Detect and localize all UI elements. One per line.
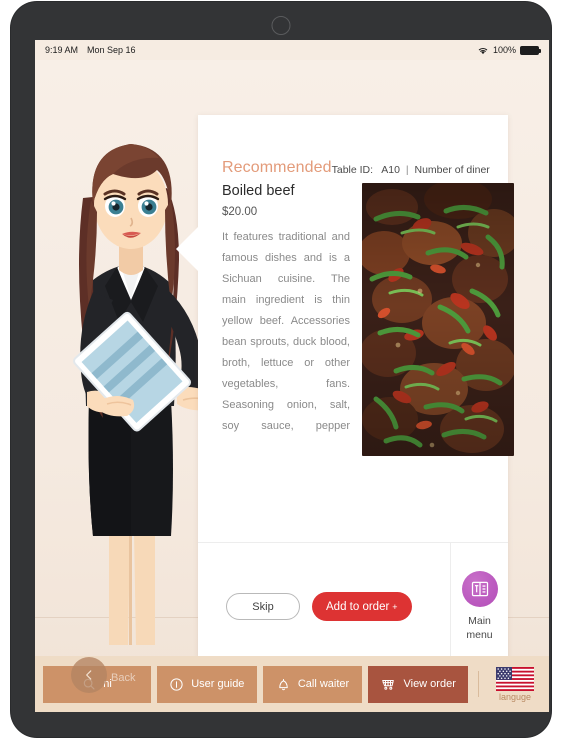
table-id-value: A10 bbox=[381, 164, 400, 176]
table-info: Table ID: A10 | Number of diner bbox=[332, 164, 490, 177]
cart-icon bbox=[380, 677, 396, 692]
dish-price: $20.00 bbox=[222, 206, 258, 218]
camera-icon bbox=[271, 16, 291, 35]
card-actions: Skip Add to order + bbox=[198, 543, 450, 670]
main-menu-button[interactable]: Main menu bbox=[451, 543, 508, 670]
nav-item-user-guide[interactable]: User guide bbox=[157, 665, 257, 703]
recommendation-card: Recommended Table ID: A10 | Number of di… bbox=[176, 115, 514, 670]
nav-label-view-order: View order bbox=[403, 678, 456, 690]
status-bar-left: 9:19 AM Mon Sep 16 bbox=[45, 45, 136, 55]
nav-separator bbox=[478, 671, 480, 697]
nav-item-view-order[interactable]: View order bbox=[368, 665, 469, 703]
status-date: Mon Sep 16 bbox=[87, 45, 136, 55]
dish-info: Boiled beef $20.00 It features tradition… bbox=[222, 183, 350, 456]
page-title: Recommended bbox=[222, 159, 332, 176]
bell-icon bbox=[276, 677, 291, 692]
status-time: 9:19 AM bbox=[45, 45, 79, 55]
main-menu-label-line2: menu bbox=[466, 629, 493, 641]
dish-photo bbox=[362, 183, 514, 456]
menu-book-icon bbox=[461, 571, 498, 607]
table-id-label: Table ID: bbox=[331, 164, 374, 176]
status-bar: 9:19 AM Mon Sep 16 100% bbox=[35, 40, 549, 60]
dish-name: Boiled beef bbox=[222, 183, 295, 199]
info-circle-icon bbox=[169, 677, 184, 692]
nav-item-call-waiter[interactable]: Call waiter bbox=[262, 665, 363, 703]
skip-button[interactable]: Skip bbox=[226, 593, 300, 620]
nav-label-user-guide: User guide bbox=[191, 678, 245, 690]
app-background: Recommended Table ID: A10 | Number of di… bbox=[35, 60, 549, 712]
bottom-navigation-bar: ni User guide Call waiter View order lan… bbox=[35, 656, 549, 712]
diners-label: Number of diner bbox=[414, 164, 490, 176]
nav-label-call-waiter: Call waiter bbox=[297, 678, 350, 690]
add-to-order-label: Add to order bbox=[326, 600, 390, 613]
status-bar-right: 100% bbox=[477, 45, 541, 55]
main-menu-label-line1: Main bbox=[468, 615, 491, 627]
plus-icon: + bbox=[392, 601, 398, 612]
tablet-screen: 9:19 AM Mon Sep 16 100% Recommended Tabl… bbox=[35, 40, 549, 712]
wifi-icon bbox=[477, 45, 489, 55]
language-label: languge bbox=[498, 691, 532, 702]
speech-bubble-pointer bbox=[176, 227, 198, 271]
battery-percent: 100% bbox=[492, 45, 516, 55]
language-selector[interactable]: languge bbox=[489, 666, 541, 702]
us-flag-icon bbox=[496, 666, 535, 691]
chevron-left-icon bbox=[86, 670, 92, 680]
screenshot-root: 9:19 AM Mon Sep 16 100% Recommended Tabl… bbox=[0, 0, 562, 750]
meta-separator: | bbox=[405, 164, 409, 176]
back-button[interactable] bbox=[71, 657, 107, 693]
tablet-frame: 9:19 AM Mon Sep 16 100% Recommended Tabl… bbox=[11, 2, 551, 737]
add-to-order-button[interactable]: Add to order + bbox=[312, 592, 412, 621]
dish-row: Boiled beef $20.00 It features tradition… bbox=[198, 183, 514, 456]
dish-description: It features traditional and famous dishe… bbox=[222, 231, 350, 432]
card-header: Recommended Table ID: A10 | Number of di… bbox=[198, 115, 508, 183]
battery-icon bbox=[520, 45, 541, 55]
main-menu-label: Main menu bbox=[466, 614, 492, 642]
